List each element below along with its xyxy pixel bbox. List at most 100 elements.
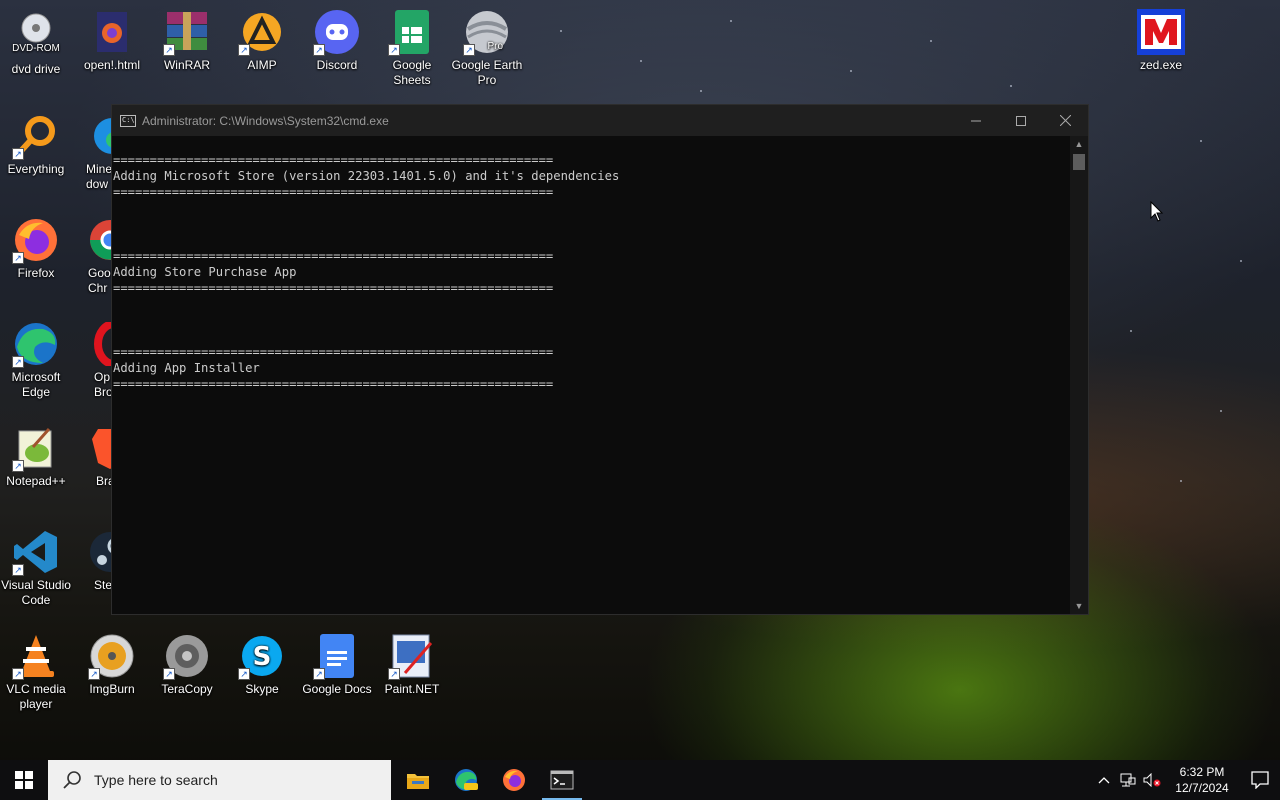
cmd-app-icon: C:\	[120, 114, 136, 127]
maximize-icon	[1015, 115, 1026, 126]
desktop-icon-label: AIMP	[247, 58, 277, 72]
aimp-icon: ↗	[238, 8, 286, 56]
console-line: ========================================…	[113, 153, 554, 167]
desktop-icon-steam[interactable]: Ste	[74, 528, 112, 593]
search-icon	[63, 771, 81, 789]
desktop-icon-skype[interactable]: S ↗ Skype	[224, 632, 300, 697]
desktop-icon-firefox[interactable]: ↗ Firefox	[0, 216, 74, 281]
taskbar-file-explorer[interactable]	[394, 760, 442, 800]
console-line: ========================================…	[113, 249, 554, 263]
volume-muted-icon[interactable]	[1140, 760, 1164, 800]
desktop-icon-winrar[interactable]: ↗ WinRAR	[149, 8, 225, 73]
paint-net-icon: ↗	[388, 632, 436, 680]
close-icon	[1060, 115, 1071, 126]
google-sheets-icon: ↗	[388, 8, 436, 56]
desktop-icon-vlc[interactable]: ↗ VLC media player	[0, 632, 74, 712]
desktop-icon-label: Notepad++	[6, 474, 66, 488]
desktop-icon-label: Bra	[96, 474, 112, 488]
desktop-icon-visual-studio-code[interactable]: ↗ Visual Studio Code	[0, 528, 74, 608]
desktop-icon-dvd-drive[interactable]: DVD-ROM dvd drive	[0, 8, 74, 77]
taskbar: Type here to search 6:32 PM 12/7/2024	[0, 760, 1280, 800]
vlc-icon: ↗	[12, 632, 60, 680]
desktop-icon-notepad-plus-plus[interactable]: ↗ Notepad++	[0, 424, 74, 489]
firefox-icon: ↗	[12, 216, 60, 264]
desktop-icon-google-docs[interactable]: ↗ Google Docs	[299, 632, 375, 697]
desktop-icon-label: Google Sheets	[392, 58, 432, 87]
cmd-window[interactable]: C:\ Administrator: C:\Windows\System32\c…	[111, 104, 1089, 615]
desktop-icon-label: Google Earth Pro	[451, 58, 523, 87]
edge-file-icon	[86, 112, 112, 160]
minimize-button[interactable]	[953, 105, 998, 136]
taskbar-clock[interactable]: 6:32 PM 12/7/2024	[1164, 764, 1240, 796]
imgburn-icon: ↗	[88, 632, 136, 680]
desktop-icon-label: Microsoft Edge	[11, 370, 61, 399]
winrar-icon: ↗	[163, 8, 211, 56]
desktop-icon-label: Ste	[94, 578, 112, 592]
desktop-icon-zed-exe[interactable]: zed.exe	[1123, 8, 1199, 73]
steam-icon	[86, 528, 112, 576]
chrome-icon	[86, 216, 112, 264]
scrollbar-thumb[interactable]	[1073, 154, 1085, 170]
desktop-icon-imgburn[interactable]: ↗ ImgBurn	[74, 632, 150, 697]
discord-icon: ↗	[313, 8, 361, 56]
clock-time: 6:32 PM	[1179, 765, 1225, 779]
taskbar-edge[interactable]	[442, 760, 490, 800]
desktop-icon-label: Everything	[7, 162, 65, 176]
system-tray: 6:32 PM 12/7/2024	[1092, 760, 1280, 800]
console-line: ========================================…	[113, 281, 554, 295]
skype-icon: S ↗	[238, 632, 286, 680]
network-icon[interactable]	[1116, 760, 1140, 800]
taskbar-search-box[interactable]: Type here to search	[48, 760, 391, 800]
terminal-icon	[550, 770, 574, 790]
scroll-down-icon[interactable]: ▼	[1070, 598, 1088, 614]
desktop-icon-label: Skype	[245, 682, 279, 696]
desktop-icon-google-earth-pro[interactable]: Pro ↗ Google Earth Pro	[449, 8, 525, 88]
google-earth-icon: Pro ↗	[463, 8, 511, 56]
desktop-icon-label: dvd drive	[11, 62, 61, 76]
show-hidden-icons-chevron-up-icon[interactable]	[1092, 760, 1116, 800]
desktop-icon-teracopy[interactable]: ↗ TeraCopy	[149, 632, 225, 697]
mouse-cursor-icon	[1150, 201, 1164, 222]
search-placeholder: Type here to search	[94, 772, 218, 788]
maximize-button[interactable]	[998, 105, 1043, 136]
opera-icon	[86, 320, 112, 368]
desktop-icon-brave[interactable]: Bra	[74, 424, 112, 489]
desktop-icon-discord[interactable]: ↗ Discord	[299, 8, 375, 73]
edge-canary-icon	[455, 769, 478, 791]
close-button[interactable]	[1043, 105, 1088, 136]
notification-icon	[1251, 771, 1269, 789]
desktop-icon-label: Goo Chr	[88, 266, 111, 295]
notepad-plus-plus-icon: ↗	[12, 424, 60, 472]
everything-icon: ↗	[12, 112, 60, 160]
console-scrollbar[interactable]: ▲ ▼	[1070, 136, 1088, 614]
desktop-icon-google-sheets[interactable]: ↗ Google Sheets	[374, 8, 450, 88]
console-output[interactable]: ========================================…	[112, 136, 1070, 614]
desktop-icon-minecraft-downloader[interactable]: Mine dow	[74, 112, 112, 192]
console-line: Adding App Installer	[113, 361, 260, 375]
desktop-icon-google-chrome[interactable]: Goo Chr	[74, 216, 112, 296]
desktop-icon-everything[interactable]: ↗ Everything	[0, 112, 74, 177]
desktop-icon-aimp[interactable]: ↗ AIMP	[224, 8, 300, 73]
console-line: ========================================…	[113, 185, 554, 199]
desktop-icon-microsoft-edge[interactable]: ↗ Microsoft Edge	[0, 320, 74, 400]
desktop-icon-label: zed.exe	[1139, 58, 1183, 72]
start-button[interactable]	[0, 760, 48, 800]
action-center-button[interactable]	[1240, 760, 1280, 800]
cmd-titlebar[interactable]: C:\ Administrator: C:\Windows\System32\c…	[112, 105, 1088, 136]
desktop-icon-label: VLC media player	[6, 682, 66, 711]
desktop-icon-label: Mine dow	[86, 162, 112, 191]
windows-logo-icon	[15, 771, 33, 789]
firefox-icon	[503, 769, 525, 791]
scroll-up-icon[interactable]: ▲	[1070, 136, 1088, 152]
desktop-icon-paint-net[interactable]: ↗ Paint.NET	[374, 632, 450, 697]
taskbar-cmd[interactable]	[538, 760, 586, 800]
desktop-icon-label: WinRAR	[163, 58, 210, 72]
taskbar-firefox[interactable]	[490, 760, 538, 800]
desktop-icon-open-html[interactable]: open!.html	[74, 8, 150, 73]
desktop-icon-opera-browser[interactable]: Op Brow	[74, 320, 112, 400]
